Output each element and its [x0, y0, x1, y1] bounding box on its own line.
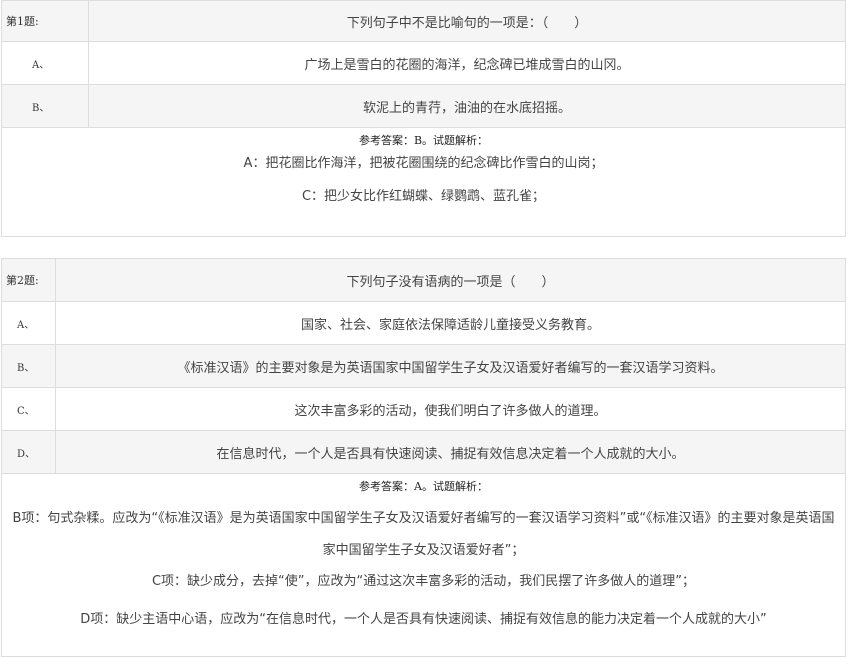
question-stem: 下列句子没有语病的一项是（ ） [55, 258, 846, 302]
question-row: 第1题: 下列句子中不是比喻句的一项是：（ ） [1, 0, 846, 42]
answer-panel: 参考答案：B。试题解析： A：把花圈比作海洋，把被花圈围绕的纪念碑比作雪白的山岗… [1, 127, 846, 237]
option-row[interactable]: C、 这次丰富多彩的活动，使我们明白了许多做人的道理。 [1, 387, 846, 431]
option-label-a: A、 [1, 41, 89, 85]
option-row[interactable]: B、 《标准汉语》的主要对象是为英语国家中国留学生子女及汉语爱好者编写的一套汉语… [1, 344, 846, 388]
option-text-d: 在信息时代，一个人是否具有快速阅读、捕捉有效信息决定着一个人成就的大小。 [55, 430, 846, 474]
question-1-table: 第1题: 下列句子中不是比喻句的一项是：（ ） A、 广场上是雪白的花圈的海洋，… [1, 0, 846, 237]
answer-row: 参考答案：A。试题解析： B项：句式杂糅。应改为“《标准汉语》是为英语国家中国留… [1, 473, 846, 657]
question-2-table: 第2题: 下列句子没有语病的一项是（ ） A、 国家、社会、家庭依法保障适龄儿童… [1, 258, 846, 657]
question-row: 第2题: 下列句子没有语病的一项是（ ） [1, 258, 846, 302]
answer-header: 参考答案：B。试题解析： [358, 134, 489, 147]
explanation-line: B项：句式杂糅。应改为“《标准汉语》是为英语国家中国留学生子女及汉语爱好者编写的… [12, 511, 835, 558]
explanation-line: D项：缺少主语中心语，应改为“在信息时代，一个人是否具有快速阅读、捕捉有效信息的… [80, 612, 767, 627]
option-text-a: 国家、社会、家庭依法保障适龄儿童接受义务教育。 [55, 301, 846, 345]
question-stem: 下列句子中不是比喻句的一项是：（ ） [88, 0, 846, 42]
option-label-a: A、 [1, 301, 56, 345]
answer-panel: 参考答案：A。试题解析： B项：句式杂糅。应改为“《标准汉语》是为英语国家中国留… [1, 473, 846, 657]
option-row[interactable]: A、 广场上是雪白的花圈的海洋，纪念碑已堆成雪白的山冈。 [1, 41, 846, 85]
answer-header: 参考答案：A。试题解析： [359, 480, 488, 493]
explanation-line: C项：缺少成分，去掉“使”，应改为“通过这次丰富多彩的活动，我们民摆了许多做人的… [151, 574, 696, 589]
option-label-b: B、 [1, 344, 56, 388]
option-label-b: B、 [1, 84, 89, 128]
option-text-b: 《标准汉语》的主要对象是为英语国家中国留学生子女及汉语爱好者编写的一套汉语学习资… [55, 344, 846, 388]
question-number: 第1题: [1, 0, 89, 42]
explanation-line: C：把少女比作红蝴蝶、绿鹦鹉、蓝孔雀； [301, 189, 546, 204]
option-row[interactable]: A、 国家、社会、家庭依法保障适龄儿童接受义务教育。 [1, 301, 846, 345]
explanation-line: A：把花圈比作海洋，把被花圈围绕的纪念碑比作雪白的山岗； [243, 156, 604, 171]
option-text-a: 广场上是雪白的花圈的海洋，纪念碑已堆成雪白的山冈。 [88, 41, 846, 85]
option-text-c: 这次丰富多彩的活动，使我们明白了许多做人的道理。 [55, 387, 846, 431]
option-label-d: D、 [1, 430, 56, 474]
question-number: 第2题: [1, 258, 56, 302]
option-label-c: C、 [1, 387, 56, 431]
option-row[interactable]: B、 软泥上的青荇，油油的在水底招摇。 [1, 84, 846, 128]
option-text-b: 软泥上的青荇，油油的在水底招摇。 [88, 84, 846, 128]
option-row[interactable]: D、 在信息时代，一个人是否具有快速阅读、捕捉有效信息决定着一个人成就的大小。 [1, 430, 846, 474]
answer-row: 参考答案：B。试题解析： A：把花圈比作海洋，把被花圈围绕的纪念碑比作雪白的山岗… [1, 127, 846, 237]
